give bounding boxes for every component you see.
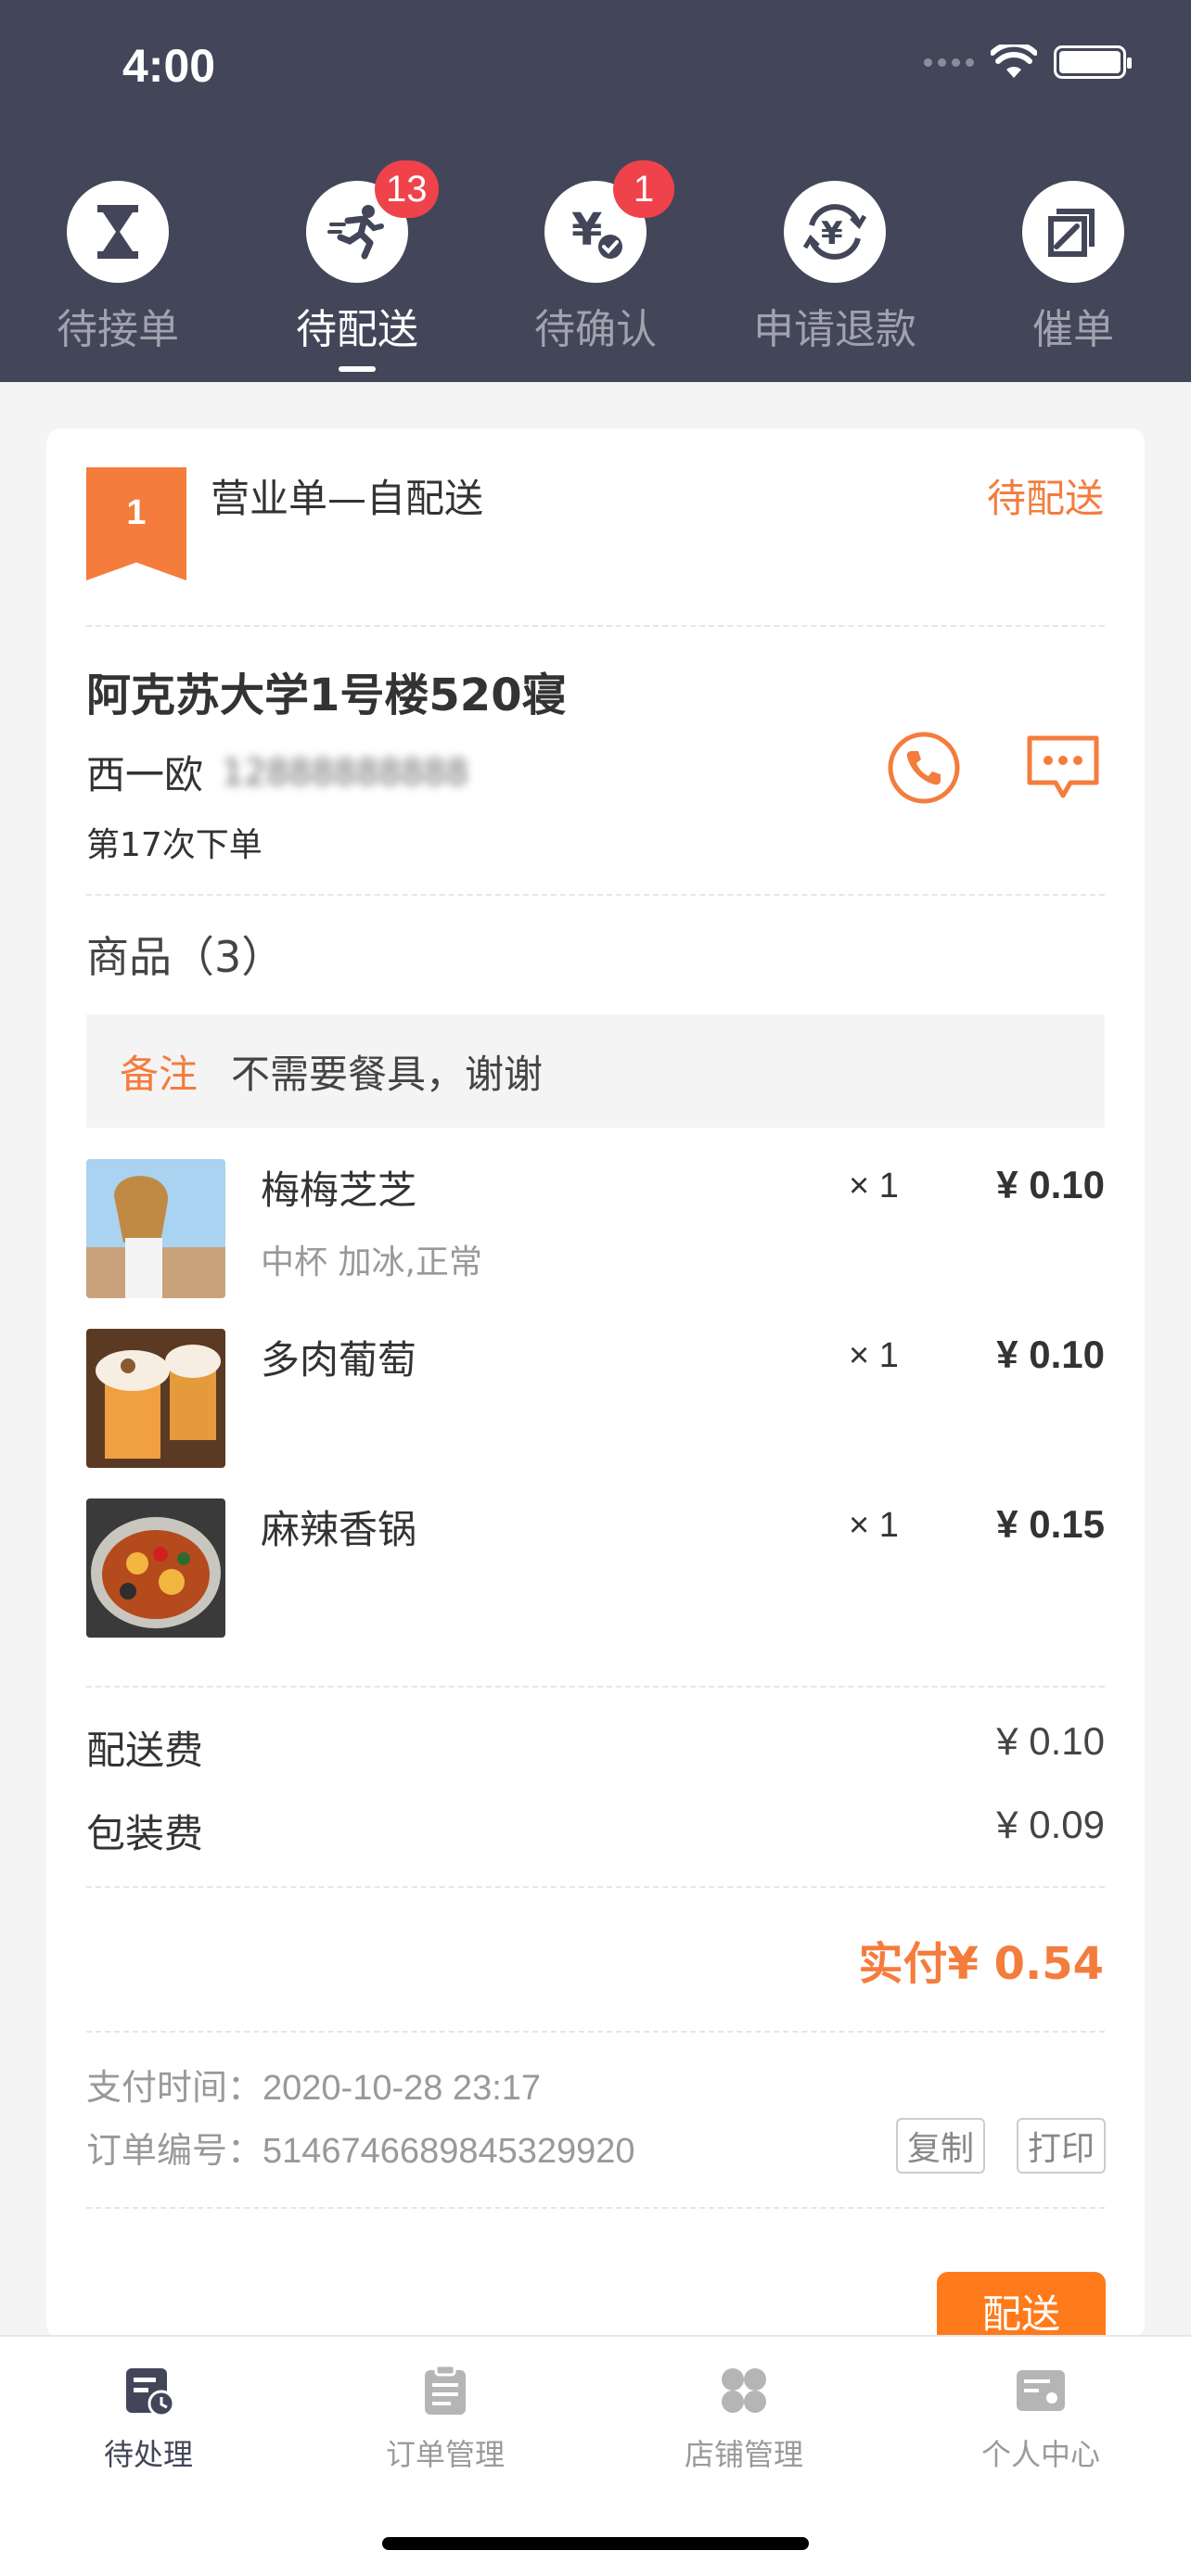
delivery-fee-row: 配送费 ¥ 0.10 <box>86 1719 1105 1776</box>
print-button[interactable]: 打印 <box>1017 2118 1106 2174</box>
status-time: 4:00 <box>122 40 216 92</box>
total-paid: 实付¥ 0.54 <box>858 1938 1104 1990</box>
nav-item-orders[interactable]: 订单管理 <box>352 2363 538 2474</box>
badge-pending-confirm: 1 <box>613 160 674 218</box>
yen-refund-icon: ¥ <box>784 181 886 283</box>
tab-pending-confirm[interactable]: ¥ 1 待确认 <box>503 160 688 355</box>
svg-text:¥: ¥ <box>571 204 602 256</box>
svg-text:¥: ¥ <box>821 215 843 252</box>
pay-time: 支付时间：2020-10-28 23:17 <box>86 2069 542 2108</box>
order-status: 待配送 <box>986 476 1104 521</box>
order-count: 第17次下单 <box>86 826 263 864</box>
nav-item-profile[interactable]: 个人中心 <box>948 2363 1133 2474</box>
product-name: 多肉葡萄 <box>261 1337 417 1383</box>
product-qty: × 1 <box>849 1167 899 1205</box>
tab-label: 催单 <box>1032 306 1114 353</box>
product-price: ¥ 0.10 <box>996 1163 1105 1206</box>
product-qty: × 1 <box>849 1336 899 1375</box>
delivery-fee-value: ¥ 0.10 <box>996 1719 1105 1763</box>
goods-title: 商品（3） <box>86 932 285 982</box>
nav-label: 订单管理 <box>385 2437 505 2472</box>
home-indicator <box>382 2537 809 2550</box>
yen-check-icon: ¥ 1 <box>544 160 674 283</box>
nav-item-store[interactable]: 店铺管理 <box>651 2363 837 2474</box>
wifi-icon <box>991 45 1037 78</box>
delivery-fee-label: 配送费 <box>86 1728 204 1773</box>
message-icon[interactable] <box>1024 731 1102 805</box>
divider <box>86 894 1105 896</box>
nav-label: 店铺管理 <box>684 2437 803 2472</box>
tab-label: 待接单 <box>57 306 179 353</box>
product-spec: 中杯 加冰,正常 <box>261 1243 482 1282</box>
product-price: ¥ 0.15 <box>996 1502 1105 1546</box>
store-grid-icon <box>722 2368 766 2413</box>
tab-refund-request[interactable]: ¥ 申请退款 <box>742 181 928 355</box>
clock-doc-icon <box>126 2368 175 2417</box>
order-card: 1 营业单—自配送 待配送 阿克苏大学1号楼520寝 西一欧 128888888… <box>46 428 1145 2346</box>
tab-pending-accept[interactable]: 待接单 <box>25 181 211 355</box>
remark-text: 不需要餐具，谢谢 <box>231 1051 544 1097</box>
product-image <box>86 1329 225 1468</box>
divider <box>86 1686 1105 1688</box>
tab-label: 待确认 <box>534 306 657 353</box>
packing-fee-row: 包装费 ¥ 0.09 <box>86 1803 1105 1859</box>
customer-phone: 12888888888 <box>222 751 468 793</box>
tab-urge[interactable]: 催单 <box>980 181 1166 355</box>
order-number-ribbon: 1 <box>86 467 186 580</box>
order-type: 营业单—自配送 <box>211 476 484 521</box>
nav-item-pending[interactable]: 待处理 <box>56 2363 241 2474</box>
phone-call-icon[interactable] <box>887 731 961 805</box>
nav-label: 个人中心 <box>980 2437 1100 2472</box>
urge-icon <box>1022 181 1124 283</box>
battery-icon <box>1054 45 1132 79</box>
runner-icon: 13 <box>306 160 439 283</box>
list-item: 多肉葡萄 × 1 ¥ 0.10 <box>86 1329 1105 1468</box>
badge-pending-delivery: 13 <box>375 160 439 218</box>
product-image <box>86 1159 225 1298</box>
product-price: ¥ 0.10 <box>996 1333 1105 1376</box>
delivery-address: 阿克苏大学1号楼520寝 <box>86 670 567 721</box>
id-card-icon <box>1017 2370 1065 2411</box>
clipboard-icon <box>425 2364 466 2415</box>
customer-info: 西一欧 12888888888 <box>86 744 468 800</box>
product-name: 梅梅芝芝 <box>261 1167 417 1213</box>
divider <box>86 2031 1105 2033</box>
product-image <box>86 1498 225 1638</box>
list-item: 梅梅芝芝 中杯 加冰,正常 × 1 ¥ 0.10 <box>86 1159 1105 1298</box>
tab-label: 待配送 <box>296 306 418 353</box>
remark-label: 备注 <box>120 1051 198 1097</box>
divider <box>86 625 1105 627</box>
divider <box>86 2207 1105 2209</box>
list-item: 麻辣香锅 × 1 ¥ 0.15 <box>86 1498 1105 1638</box>
order-status-tabs: 待接单 13 待配送 ¥ 1 待确认 ¥ 申请退款 催单 <box>0 160 1191 372</box>
nav-label: 待处理 <box>103 2437 193 2472</box>
tab-label: 申请退款 <box>753 306 916 353</box>
packing-fee-label: 包装费 <box>86 1811 204 1856</box>
header: 4:00 待接单 13 待配送 ¥ 1 待确认 ¥ 申请退款 催单 <box>0 0 1191 382</box>
packing-fee-value: ¥ 0.09 <box>996 1803 1105 1846</box>
customer-name: 西一欧 <box>86 752 204 797</box>
signal-icon <box>924 57 974 67</box>
hourglass-icon <box>67 181 169 283</box>
order-number: 订单编号：5146746689845329920 <box>86 2132 635 2171</box>
product-name: 麻辣香锅 <box>261 1507 417 1552</box>
copy-button[interactable]: 复制 <box>896 2118 985 2174</box>
divider <box>86 1886 1105 1888</box>
active-tab-indicator <box>339 366 376 372</box>
status-icons <box>924 45 1132 80</box>
tab-pending-delivery[interactable]: 13 待配送 <box>264 160 450 372</box>
remark-box: 备注 不需要餐具，谢谢 <box>86 1014 1105 1128</box>
product-qty: × 1 <box>849 1506 899 1545</box>
